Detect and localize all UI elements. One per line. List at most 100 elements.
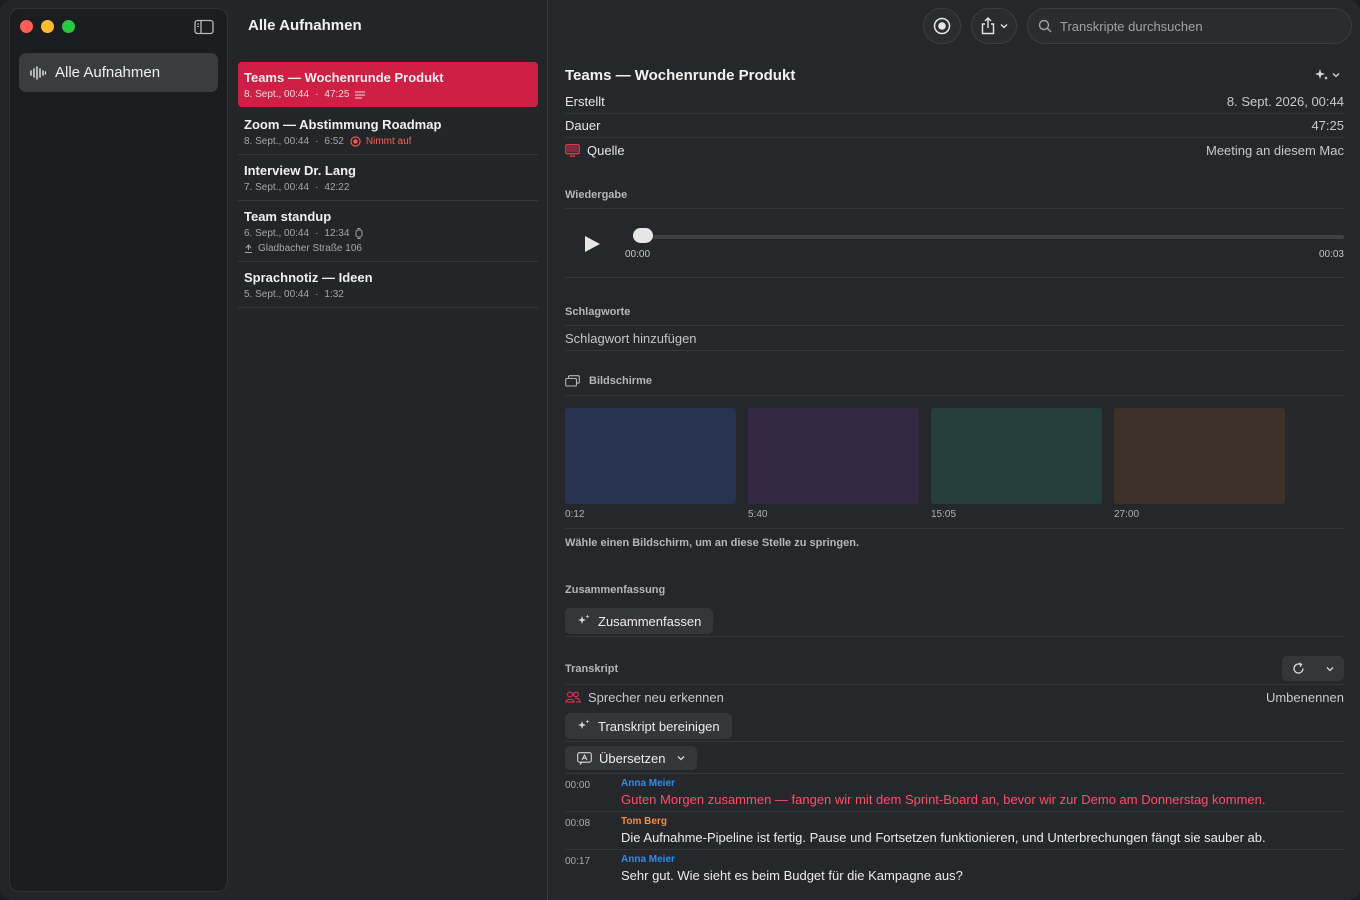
segment-time: 00:08 [565,818,591,829]
recording-duration: 12:34 [324,228,350,239]
screen-thumbnail[interactable]: 0:12 [565,408,736,520]
divider [565,277,1344,278]
rename-button[interactable]: Umbenennen [1266,690,1344,705]
detail-pane: Transkripte durchsuchen Teams — Wochenru… [549,0,1360,900]
recording-item-selected[interactable]: Teams — Wochenrunde Produkt 8. Sept., 00… [238,62,538,107]
segment-speaker[interactable]: Anna Meier [621,854,963,865]
meta-separator: · [315,289,319,300]
share-button[interactable] [971,8,1017,44]
close-window-button[interactable] [20,20,33,33]
zoom-window-button[interactable] [62,20,75,33]
recording-status-label: Nimmt auf [365,136,412,147]
recording-duration: 42:22 [324,182,350,193]
sidebar-item-all-recordings[interactable]: Alle Aufnahmen [19,53,218,92]
recording-date: 8. Sept., 00:44 [244,136,310,147]
ai-menu-button[interactable] [1315,68,1340,82]
transcript-segment[interactable]: 00:08 Tom Berg Die Aufnahme-Pipeline ist… [565,811,1344,849]
summary-heading: Zusammenfassung [565,584,666,596]
window-controls [20,20,75,33]
waveform-icon [30,65,46,80]
detail-content: Teams — Wochenrunde Produkt Erstellt 8. … [565,60,1344,887]
segment-body: Anna Meier Sehr gut. Wie sieht es beim B… [621,854,963,883]
recording-meta: 8. Sept., 00:44 · 47:25 [244,89,532,100]
chevron-down-icon [1000,24,1008,29]
display-icon [565,143,580,157]
recording-meta: 5. Sept., 00:44 · 1:32 [244,289,532,300]
playback-track[interactable] [643,235,1344,239]
transcript-segment[interactable]: 00:17 Anna Meier Sehr gut. Wie sieht es … [565,849,1344,887]
translate-button-label: Übersetzen [599,750,666,766]
sidebar-item-label: Alle Aufnahmen [55,64,161,81]
screen-thumbnail[interactable]: 5:40 [748,408,919,520]
recording-item[interactable]: Team standup 6. Sept., 00:44 · 12:34 Gla… [238,201,538,262]
play-icon[interactable] [583,235,601,253]
recording-duration: 6:52 [324,136,344,147]
recording-status: Nimmt auf [350,136,412,147]
search-field[interactable]: Transkripte durchsuchen [1027,8,1352,44]
recording-duration: 1:32 [324,289,344,300]
translate-icon [577,751,592,765]
record-icon [933,17,951,35]
transcript-options-control [1282,656,1344,681]
meta-separator: · [315,136,319,147]
meta-separator: · [315,89,319,100]
screen-thumbnail[interactable]: 27:00 [1114,408,1285,520]
recording-title: Team standup [244,209,332,224]
toolbar: Transkripte durchsuchen [923,8,1352,44]
recording-item[interactable]: Interview Dr. Lang 7. Sept., 00:44 · 42:… [238,155,538,201]
screen-thumbnail-image [565,408,736,504]
playback-handle[interactable] [633,228,653,243]
summarize-button[interactable]: Zusammenfassen [565,608,714,634]
recordings-list: Teams — Wochenrunde Produkt 8. Sept., 00… [238,62,538,308]
sidebar: Alle Aufnahmen [9,8,228,892]
recording-meta: 6. Sept., 00:44 · 12:34 [244,228,532,239]
recording-title: Zoom — Abstimmung Roadmap [244,117,442,132]
transcript-segment[interactable]: 00:00 Anna Meier Guten Morgen zusammen —… [565,773,1344,811]
screen-thumbnail-time: 5:40 [748,509,768,520]
source-value: Meeting an diesem Mac [1205,142,1344,158]
segment-body: Tom Berg Die Aufnahme-Pipeline ist ferti… [621,816,1266,845]
screen-thumbnail-image [1114,408,1285,504]
screen-thumbnail[interactable]: 15:05 [931,408,1102,520]
recording-title: Teams — Wochenrunde Produkt [244,70,444,85]
recognize-speakers-button[interactable]: Sprecher neu erkennen [565,690,724,705]
segment-speaker[interactable]: Anna Meier [621,778,1265,789]
recording-duration: 47:25 [324,89,350,100]
list-title: Alle Aufnahmen [248,17,362,34]
share-icon [981,17,995,35]
recording-meta: 7. Sept., 00:44 · 42:22 [244,182,532,193]
recordings-column: Alle Aufnahmen Teams — Wochenrunde Produ… [228,0,548,900]
segment-body: Anna Meier Guten Morgen zusammen — fange… [621,778,1265,807]
recording-meta: 8. Sept., 00:44 · 6:52 Nimmt auf [244,136,532,147]
recognize-speakers-label: Sprecher neu erkennen [588,689,724,705]
search-icon [1038,19,1052,33]
app-window: Alle Aufnahmen Alle Aufnahmen Teams — Wo… [0,0,1360,900]
translate-button[interactable]: Übersetzen [565,746,698,770]
record-button[interactable] [923,8,961,44]
tag-input[interactable]: Schlagwort hinzufügen [565,326,1344,351]
sparkles-icon [578,614,590,624]
source-row: Quelle Meeting an diesem Mac [565,138,1344,162]
minimize-window-button[interactable] [41,20,54,33]
location-icon [245,244,252,253]
chevron-down-icon[interactable] [1326,666,1334,672]
segment-speaker[interactable]: Tom Berg [621,816,1266,827]
sidebar-toggle-icon[interactable] [194,19,214,35]
refresh-icon[interactable] [1292,662,1305,675]
screen-thumbnail-time: 15:05 [931,509,957,520]
created-value: 8. Sept. 2026, 00:44 [1226,94,1344,109]
search-placeholder: Transkripte durchsuchen [1060,18,1203,34]
recording-date: 7. Sept., 00:44 [244,182,310,193]
recording-item[interactable]: Sprachnotiz — Ideen 5. Sept., 00:44 · 1:… [238,262,538,308]
segment-time: 00:00 [565,780,591,791]
playback-heading: Wiedergabe [565,189,628,201]
recording-location-label: Gladbacher Straße 106 [258,243,362,254]
screen-thumbnail-time: 27:00 [1114,509,1140,520]
tags-heading: Schlagworte [565,306,631,318]
divider [565,395,1344,396]
clean-transcript-button[interactable]: Transkript bereinigen [565,713,732,739]
record-dot-icon [350,136,361,147]
recording-item[interactable]: Zoom — Abstimmung Roadmap 8. Sept., 00:4… [238,109,538,155]
recording-date: 5. Sept., 00:44 [244,289,310,300]
audio-player: 00:00 00:03 [565,209,1344,277]
